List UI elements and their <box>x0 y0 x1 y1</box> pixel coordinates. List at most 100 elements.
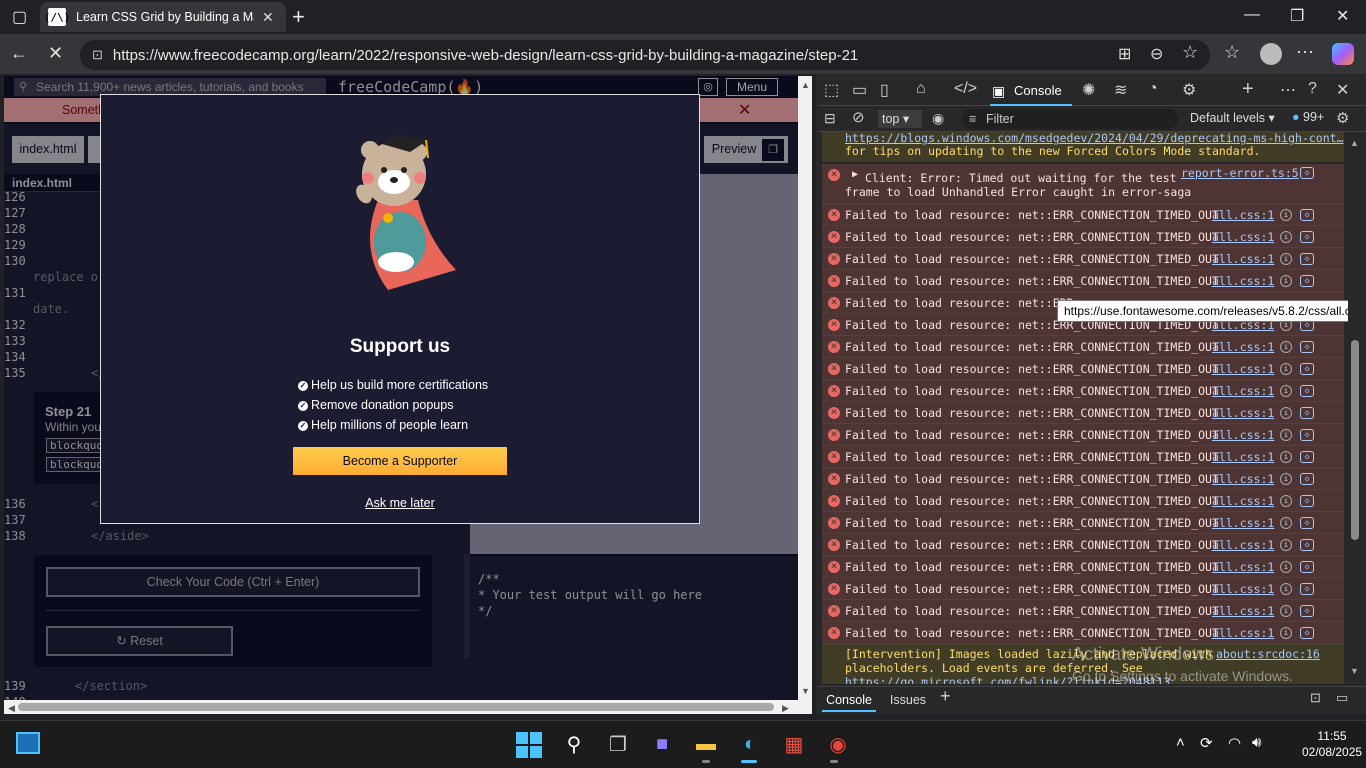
new-tab-icon[interactable]: + <box>292 4 305 30</box>
intervention-source-link[interactable]: about:srcdoc:16 <box>1216 647 1320 661</box>
widgets-icon[interactable] <box>16 732 40 754</box>
scroll-down-arrow-icon[interactable]: ▼ <box>801 686 810 696</box>
copilot-explain-icon[interactable]: ◇ <box>1300 385 1314 397</box>
drawer-add-tab-icon[interactable]: + <box>940 686 951 707</box>
settings-gear-icon[interactable]: ⚙ <box>1182 80 1196 100</box>
more-tools-plus-icon[interactable]: + <box>1242 78 1254 101</box>
error-info-icon[interactable]: i <box>1280 517 1292 529</box>
console-scroll-down-icon[interactable]: ▼ <box>1350 666 1359 676</box>
copilot-explain-icon[interactable]: ◇ <box>1300 473 1314 485</box>
error-source-link[interactable]: all.css:1 <box>1212 472 1274 486</box>
start-windows-icon[interactable] <box>516 732 542 758</box>
copilot-explain-icon[interactable]: ◇ <box>1300 495 1314 507</box>
drawer-issues-tab[interactable]: Issues <box>886 688 930 712</box>
copilot-explain-icon[interactable]: ◇ <box>1300 231 1314 243</box>
inspect-element-icon[interactable]: ⬚ <box>824 80 839 100</box>
horizontal-scroll-thumb[interactable] <box>18 703 774 711</box>
volume-icon[interactable]: 🔊︎ <box>1252 734 1261 751</box>
error-source-link[interactable]: all.css:1 <box>1212 428 1274 442</box>
copilot-explain-icon[interactable]: ◇ <box>1300 429 1314 441</box>
error-source-link[interactable]: all.css:1 <box>1212 450 1274 464</box>
log-levels-dropdown[interactable]: Default levels ▾ <box>1190 110 1275 125</box>
error-info-icon[interactable]: i <box>1280 385 1292 397</box>
console-filter-input[interactable]: ≡ Filter <box>962 109 1178 129</box>
tab-actions-icon[interactable]: ▢ <box>12 7 27 27</box>
sidebar-toggle-icon[interactable]: ⊟ <box>824 110 836 127</box>
error-source-link[interactable]: all.css:1 <box>1212 604 1274 618</box>
copilot-explain-icon[interactable]: ◇ <box>1300 363 1314 375</box>
task-view-icon[interactable]: ❐ <box>604 730 632 758</box>
issues-counter[interactable]: ● 99+ <box>1292 110 1324 124</box>
file-explorer-icon[interactable]: ▬ <box>692 730 720 758</box>
error-source-link[interactable]: all.css:1 <box>1212 230 1274 244</box>
error-source-link[interactable]: all.css:1 <box>1212 384 1274 398</box>
error-info-icon[interactable]: i <box>1280 209 1292 221</box>
system-clock[interactable]: 11:55 02/08/2025 <box>1302 728 1362 760</box>
minimize-icon[interactable]: — <box>1244 6 1260 24</box>
close-devtools-icon[interactable]: ✕ <box>1336 80 1349 100</box>
favorite-star-icon[interactable]: ☆ <box>1182 42 1198 63</box>
copilot-explain-icon[interactable]: ◇ <box>1300 253 1314 265</box>
clear-console-icon[interactable]: ⊘ <box>852 108 865 126</box>
search-icon[interactable]: ⚲ <box>560 730 588 758</box>
error-info-icon[interactable]: i <box>1280 561 1292 573</box>
error-info-icon[interactable]: i <box>1280 539 1292 551</box>
error-source-link[interactable]: all.css:1 <box>1212 582 1274 596</box>
error-info-icon[interactable]: i <box>1280 605 1292 617</box>
drawer-collapse-icon[interactable]: ▭ <box>1336 690 1348 706</box>
page-vertical-scrollbar[interactable] <box>798 76 812 700</box>
meet-chat-icon[interactable]: ■ <box>648 730 676 758</box>
become-supporter-button[interactable]: Become a Supporter <box>293 447 507 475</box>
error-info-icon[interactable]: i <box>1280 341 1292 353</box>
close-window-icon[interactable]: ✕ <box>1336 6 1349 26</box>
error-info-icon[interactable]: i <box>1280 407 1292 419</box>
store-icon[interactable]: ▦ <box>780 730 808 758</box>
welcome-home-icon[interactable]: ⌂ <box>916 80 926 98</box>
network-wifi-icon[interactable]: ≋ <box>1114 80 1127 100</box>
drawer-dock-icon[interactable]: ⊡ <box>1310 690 1321 706</box>
error-info-icon[interactable]: i <box>1280 451 1292 463</box>
copilot-explain-icon[interactable]: ◇ <box>1300 627 1314 639</box>
more-menu-icon[interactable]: ⋯ <box>1296 42 1314 63</box>
wifi-icon[interactable]: ◠ <box>1228 734 1241 752</box>
chrome-icon[interactable]: ◉ <box>824 730 852 758</box>
copilot-explain-icon[interactable]: ◇ <box>1300 407 1314 419</box>
error-source-link[interactable]: all.css:1 <box>1212 362 1274 376</box>
zoom-icon[interactable]: ⊖ <box>1150 44 1163 64</box>
error-source-link[interactable]: all.css:1 <box>1212 626 1274 640</box>
context-selector[interactable]: top ▾ <box>878 110 922 128</box>
copilot-explain-icon[interactable]: ◇ <box>1300 605 1314 617</box>
error-info-icon[interactable]: i <box>1280 495 1292 507</box>
copilot-explain-icon[interactable]: ◇ <box>1300 167 1314 179</box>
copilot-explain-icon[interactable]: ◇ <box>1300 583 1314 595</box>
devtools-more-icon[interactable]: ⋯ <box>1280 80 1296 100</box>
copilot-explain-icon[interactable]: ◇ <box>1300 539 1314 551</box>
error-source-link[interactable]: all.css:1 <box>1212 340 1274 354</box>
copilot-explain-icon[interactable]: ◇ <box>1300 341 1314 353</box>
error-info-icon[interactable]: i <box>1280 275 1292 287</box>
copilot-explain-icon[interactable]: ◇ <box>1300 517 1314 529</box>
error-source-link[interactable]: all.css:1 <box>1212 208 1274 222</box>
error-source-link[interactable]: all.css:1 <box>1212 406 1274 420</box>
maximize-icon[interactable]: ❐ <box>1290 6 1304 26</box>
error-source-link[interactable]: all.css:1 <box>1212 560 1274 574</box>
copilot-explain-icon[interactable]: ◇ <box>1300 209 1314 221</box>
favorites-icon[interactable]: ☆ <box>1224 42 1240 63</box>
help-icon[interactable]: ? <box>1308 80 1317 98</box>
drawer-console-tab[interactable]: Console <box>822 688 876 712</box>
error-info-icon[interactable]: i <box>1280 627 1292 639</box>
dock-side-icon[interactable]: ▯ <box>880 80 889 100</box>
error-source-link[interactable]: all.css:1 <box>1212 252 1274 266</box>
sync-icon[interactable]: ⟳ <box>1200 734 1213 752</box>
site-info-icon[interactable]: ⊡ <box>92 47 103 63</box>
reading-view-icon[interactable]: ⊞ <box>1118 44 1131 64</box>
warning-link[interactable]: https://blogs.windows.com/msedgedev/2024… <box>845 131 1344 145</box>
close-tab-icon[interactable]: ✕ <box>262 9 274 26</box>
copilot-explain-icon[interactable]: ◇ <box>1300 451 1314 463</box>
error-info-icon[interactable]: i <box>1280 473 1292 485</box>
error-info-icon[interactable]: i <box>1280 429 1292 441</box>
scroll-left-arrow-icon[interactable]: ◀ <box>8 703 15 714</box>
browser-tab[interactable]: (/\) Learn CSS Grid by Building a Mag ✕ <box>40 2 286 32</box>
console-scroll-up-icon[interactable]: ▲ <box>1350 138 1359 148</box>
copilot-icon[interactable] <box>1332 43 1354 65</box>
